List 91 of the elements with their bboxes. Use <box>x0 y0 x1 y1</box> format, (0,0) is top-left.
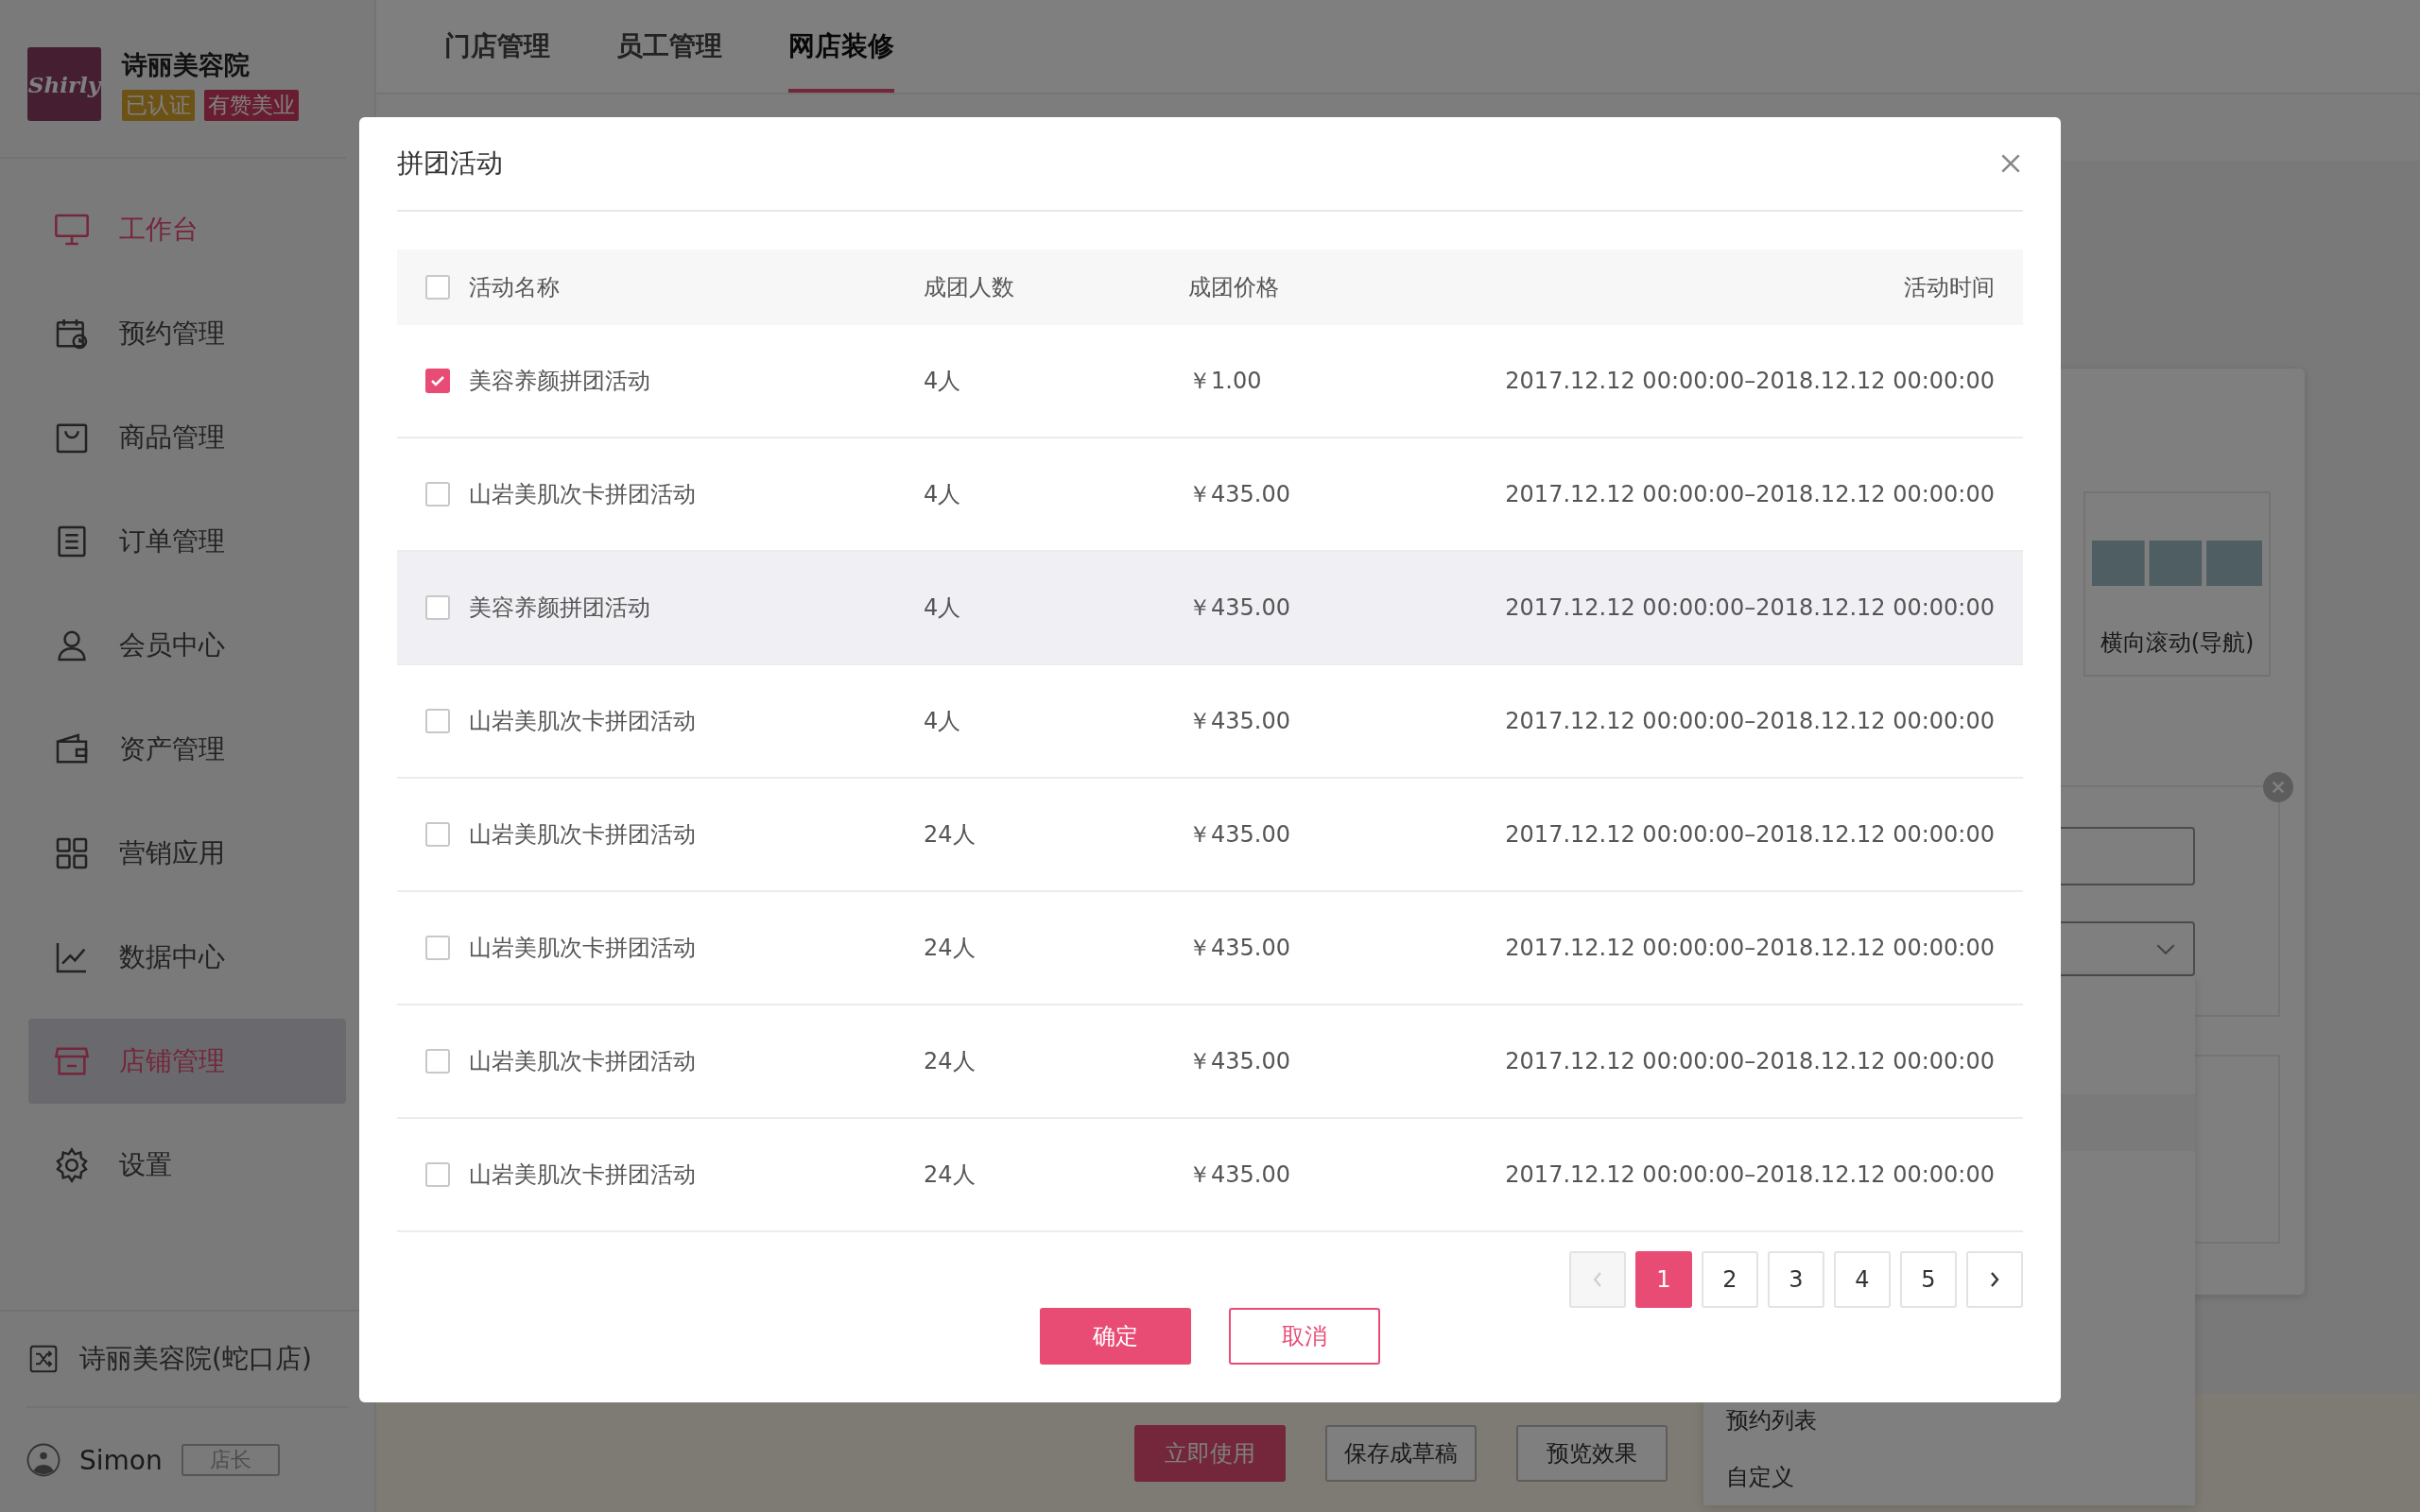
confirm-button[interactable]: 确定 <box>1040 1308 1191 1365</box>
checkbox[interactable] <box>425 709 450 733</box>
page-button[interactable]: 5 <box>1900 1251 1957 1308</box>
tab[interactable]: 员工管理 <box>616 0 722 93</box>
shuffle-icon <box>28 1344 59 1374</box>
table-cell-text: ￥435.00 <box>1188 934 1291 963</box>
table-cell: 2017.12.12 00:00:00–2018.12.12 00:00:00 <box>1505 368 1995 394</box>
next-page-button[interactable] <box>1966 1251 2023 1308</box>
nav-item[interactable]: 商品管理 <box>28 395 346 480</box>
chevron-left-icon <box>1592 1270 1603 1289</box>
table-cell-text: 24人 <box>924 1160 977 1190</box>
table-cell-text: 山岩美肌次卡拼团活动 <box>469 707 696 736</box>
table-cell-text: 山岩美肌次卡拼团活动 <box>469 934 696 963</box>
table-row[interactable]: 山岩美肌次卡拼团活动 24人 ￥435.00 2017.12.12 00:00:00–2018.12.12 00:00:00 <box>397 892 2023 1005</box>
table-cell-text: 美容养颜拼团活动 <box>469 593 650 623</box>
checkbox[interactable] <box>425 936 450 960</box>
table-cell-text: ￥435.00 <box>1188 1047 1291 1076</box>
checkbox[interactable] <box>425 595 450 620</box>
table-cell: 2017.12.12 00:00:00–2018.12.12 00:00:00 <box>1505 708 1995 734</box>
chevron-down-icon <box>2155 942 2176 955</box>
column-header: 活动时间 <box>1904 273 1995 302</box>
table-cell-text: ￥435.00 <box>1188 707 1291 736</box>
modal-title: 拼团活动 <box>397 146 503 180</box>
checkbox[interactable] <box>425 822 450 847</box>
tab[interactable]: 门店管理 <box>444 0 550 93</box>
table-cell: 2017.12.12 00:00:00–2018.12.12 00:00:00 <box>1505 481 1995 507</box>
checkbox[interactable] <box>425 369 450 393</box>
action-button[interactable]: 保存成草稿 <box>1325 1424 1477 1482</box>
nav-item[interactable]: 订单管理 <box>28 499 346 584</box>
column-header: 活动名称 <box>469 273 560 302</box>
table-cell-text: ￥1.00 <box>1188 367 1263 396</box>
settings-icon <box>53 1146 91 1184</box>
table-cell-text: 美容养颜拼团活动 <box>469 367 650 396</box>
store-name: 诗丽美容院 <box>122 48 251 81</box>
chevron-right-icon <box>1989 1270 2000 1289</box>
column-header: 成团人数 <box>924 273 1015 302</box>
table-row[interactable]: 山岩美肌次卡拼团活动 4人 ￥435.00 2017.12.12 00:00:00–2018.12.12 00:00:00 <box>397 665 2023 779</box>
table-cell-text: 24人 <box>924 820 977 850</box>
table-cell-text: 山岩美肌次卡拼团活动 <box>469 1047 696 1076</box>
nav-item[interactable]: 工作台 <box>28 187 346 272</box>
table-cell-text: ￥435.00 <box>1188 820 1291 850</box>
page-button[interactable]: 3 <box>1768 1251 1824 1308</box>
user-name: Simon <box>79 1444 163 1476</box>
checkbox[interactable] <box>425 482 450 507</box>
checkbox[interactable] <box>425 275 450 300</box>
table-cell-text: 山岩美肌次卡拼团活动 <box>469 1160 696 1190</box>
branch-name[interactable]: 诗丽美容院(蛇口店) <box>79 1341 312 1377</box>
column-header: 成团价格 <box>1188 273 1280 302</box>
page-button[interactable]: 1 <box>1635 1251 1692 1308</box>
action-button[interactable]: 立即使用 <box>1134 1424 1286 1482</box>
nav-item[interactable]: 会员中心 <box>28 603 346 688</box>
table-cell-text: 山岩美肌次卡拼团活动 <box>469 480 696 509</box>
store-badge: 有赞美业 <box>204 89 299 121</box>
table-cell-text: 4人 <box>924 593 962 623</box>
table-cell-text: ￥435.00 <box>1188 1160 1291 1190</box>
table-cell-text: ￥435.00 <box>1188 593 1291 623</box>
tile-label: 横向滚动(导航) <box>2100 628 2255 658</box>
checkbox[interactable] <box>425 1049 450 1074</box>
nav-item[interactable]: 预约管理 <box>28 291 346 376</box>
dropdown-item[interactable]: 自定义 <box>1703 1449 2195 1505</box>
nav-item[interactable]: 资产管理 <box>28 707 346 792</box>
page-button[interactable]: 2 <box>1702 1251 1758 1308</box>
table-row[interactable]: 美容养颜拼团活动 4人 ￥1.00 2017.12.12 00:00:00–2018.12.12 00:00:00 <box>397 325 2023 438</box>
table-row[interactable]: 山岩美肌次卡拼团活动 24人 ￥435.00 2017.12.12 00:00:00–2018.12.12 00:00:00 <box>397 779 2023 892</box>
table-cell-text: 4人 <box>924 367 962 396</box>
cancel-button[interactable]: 取消 <box>1229 1308 1380 1365</box>
table-cell-text: 山岩美肌次卡拼团活动 <box>469 820 696 850</box>
table-row[interactable]: 山岩美肌次卡拼团活动 24人 ￥435.00 2017.12.12 00:00:00–2018.12.12 00:00:00 <box>397 1119 2023 1232</box>
store-badge: 已认证 <box>122 89 195 121</box>
table-cell-text: ￥435.00 <box>1188 480 1291 509</box>
table-cell-text: 4人 <box>924 480 962 509</box>
nav-item[interactable]: 营销应用 <box>28 811 346 896</box>
table-cell-text: 4人 <box>924 707 962 736</box>
checkbox[interactable] <box>425 1162 450 1187</box>
table-cell: 2017.12.12 00:00:00–2018.12.12 00:00:00 <box>1505 935 1995 961</box>
store-logo: Shirly <box>27 47 101 121</box>
table-cell: 2017.12.12 00:00:00–2018.12.12 00:00:00 <box>1505 594 1995 621</box>
table-cell: 2017.12.12 00:00:00–2018.12.12 00:00:00 <box>1505 821 1995 848</box>
action-button[interactable]: 预览效果 <box>1516 1424 1668 1482</box>
avatar-icon <box>26 1443 60 1477</box>
table-cell: 2017.12.12 00:00:00–2018.12.12 00:00:00 <box>1505 1161 1995 1188</box>
component-tile[interactable]: 横向滚动(导航) <box>2083 491 2271 677</box>
table-row[interactable]: 美容养颜拼团活动 4人 ￥435.00 2017.12.12 00:00:00–2018.12.12 00:00:00 <box>397 552 2023 665</box>
remove-icon[interactable] <box>2263 772 2293 802</box>
table-cell: 2017.12.12 00:00:00–2018.12.12 00:00:00 <box>1505 1048 1995 1074</box>
table-row[interactable]: 山岩美肌次卡拼团活动 24人 ￥435.00 2017.12.12 00:00:00–2018.12.12 00:00:00 <box>397 1005 2023 1119</box>
page-button[interactable]: 4 <box>1834 1251 1891 1308</box>
table-cell-text: 24人 <box>924 1047 977 1076</box>
nav-item[interactable]: 数据中心 <box>28 915 346 1000</box>
table-cell-text: 24人 <box>924 934 977 963</box>
nav-item[interactable]: 设置 <box>28 1123 346 1208</box>
